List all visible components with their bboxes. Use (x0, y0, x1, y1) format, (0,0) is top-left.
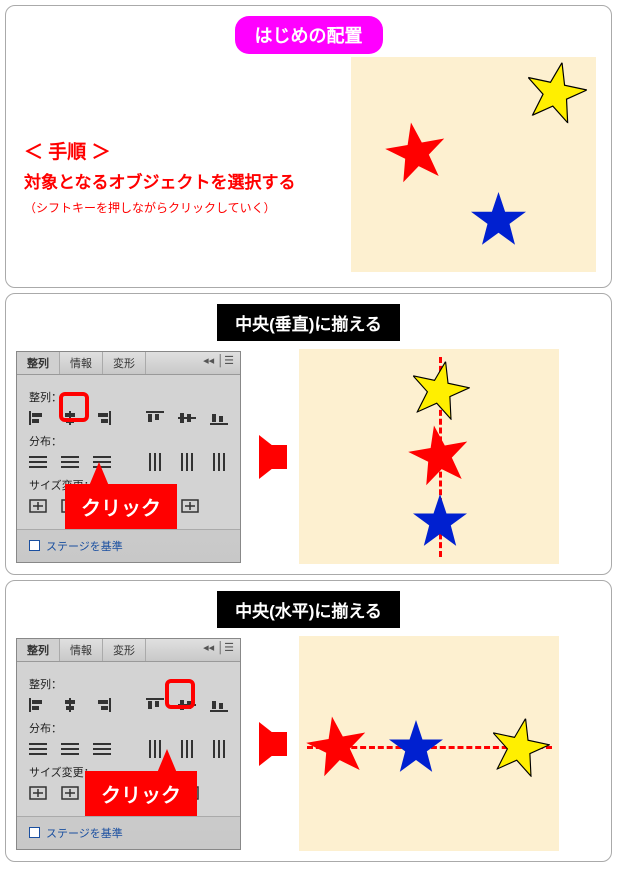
section-3-title: 中央(水平)に揃える (217, 591, 400, 628)
callout-click: クリック (65, 484, 177, 529)
star-blue-icon (471, 192, 526, 245)
distribute-hcenter-button[interactable] (178, 455, 196, 469)
procedure-header: ＜ 手順 ＞ (24, 137, 296, 164)
procedure-text: ＜ 手順 ＞ 対象となるオブジェクトを選択する （シフトキーを押しながらクリック… (24, 137, 296, 216)
stage-check-label: ステージを基準 (46, 825, 123, 841)
section-1-initial-layout: はじめの配置 ＜ 手順 ＞ 対象となるオブジェクトを選択する （シフトキーを押し… (5, 5, 612, 288)
match-width-button[interactable] (29, 786, 47, 800)
star-red-icon (302, 711, 371, 779)
panel-tabs: 整列 情報 変形 ◂◂ │☰ (17, 352, 240, 375)
stage-check-label: ステージを基準 (46, 538, 123, 554)
distribute-top-button[interactable] (29, 742, 47, 756)
panel-collapse-icon[interactable]: ◂◂ │☰ (197, 352, 240, 374)
arrow-right-icon (259, 435, 287, 479)
distribute-hcenter-button[interactable] (178, 742, 196, 756)
align-bottom-button[interactable] (210, 411, 228, 425)
match-width-button[interactable] (29, 499, 47, 513)
align-horizontal-center-button[interactable] (61, 698, 79, 712)
star-yellow-icon (521, 56, 592, 125)
star-red-icon (381, 117, 450, 185)
section-2-title: 中央(垂直)に揃える (217, 304, 400, 341)
star-red-icon (404, 420, 473, 488)
checkbox-icon (29, 540, 40, 551)
label-align: 整列： (29, 389, 228, 405)
align-right-button[interactable] (93, 411, 111, 425)
align-horizontal-center-button[interactable] (61, 411, 79, 425)
align-bottom-button[interactable] (210, 698, 228, 712)
callout-click: クリック (85, 771, 197, 816)
section-3-align-horizontal-center: 中央(水平)に揃える 整列 情報 変形 ◂◂ │☰ 整列： (5, 580, 612, 862)
tab-info[interactable]: 情報 (60, 639, 103, 661)
distribute-right-button[interactable] (210, 455, 228, 469)
align-vertical-center-button[interactable] (178, 411, 196, 425)
stage-reference-checkbox[interactable]: ステージを基準 (17, 816, 240, 849)
arrow-right-icon (259, 722, 287, 766)
label-distribute: 分布： (29, 433, 228, 449)
canvas-initial (351, 57, 596, 272)
align-panel: 整列 情報 変形 ◂◂ │☰ 整列： 分布： (16, 351, 241, 563)
canvas-horizontal-result (299, 636, 559, 851)
space-vertical-button[interactable] (181, 499, 199, 513)
tab-align[interactable]: 整列 (17, 352, 60, 374)
distribute-vcenter-button[interactable] (61, 742, 79, 756)
section-1-title: はじめの配置 (235, 16, 383, 54)
align-right-button[interactable] (93, 698, 111, 712)
tab-transform[interactable]: 変形 (103, 352, 146, 374)
procedure-line1: 対象となるオブジェクトを選択する (24, 168, 296, 193)
stage-reference-checkbox[interactable]: ステージを基準 (17, 529, 240, 562)
align-left-button[interactable] (29, 698, 47, 712)
star-blue-icon (413, 494, 467, 546)
star-blue-icon (389, 720, 443, 772)
align-panel: 整列 情報 変形 ◂◂ │☰ 整列： 分布： (16, 638, 241, 850)
distribute-vcenter-button[interactable] (61, 455, 79, 469)
tab-align[interactable]: 整列 (17, 639, 60, 661)
panel-collapse-icon[interactable]: ◂◂ │☰ (197, 639, 240, 661)
distribute-bottom-button[interactable] (93, 742, 111, 756)
align-top-button[interactable] (146, 411, 164, 425)
procedure-line2: （シフトキーを押しながらクリックしていく） (24, 199, 296, 216)
distribute-right-button[interactable] (210, 742, 228, 756)
align-vertical-center-button[interactable] (178, 698, 196, 712)
label-align: 整列： (29, 676, 228, 692)
distribute-left-button[interactable] (146, 455, 164, 469)
align-left-button[interactable] (29, 411, 47, 425)
label-distribute: 分布： (29, 720, 228, 736)
distribute-top-button[interactable] (29, 455, 47, 469)
canvas-vertical-result (299, 349, 559, 564)
tab-info[interactable]: 情報 (60, 352, 103, 374)
star-yellow-icon (486, 713, 554, 780)
section-2-align-vertical-center: 中央(垂直)に揃える 整列 情報 変形 ◂◂ │☰ 整列： (5, 293, 612, 575)
star-yellow-icon (406, 356, 474, 423)
align-top-button[interactable] (146, 698, 164, 712)
tab-transform[interactable]: 変形 (103, 639, 146, 661)
checkbox-icon (29, 827, 40, 838)
match-height-button[interactable] (61, 786, 79, 800)
